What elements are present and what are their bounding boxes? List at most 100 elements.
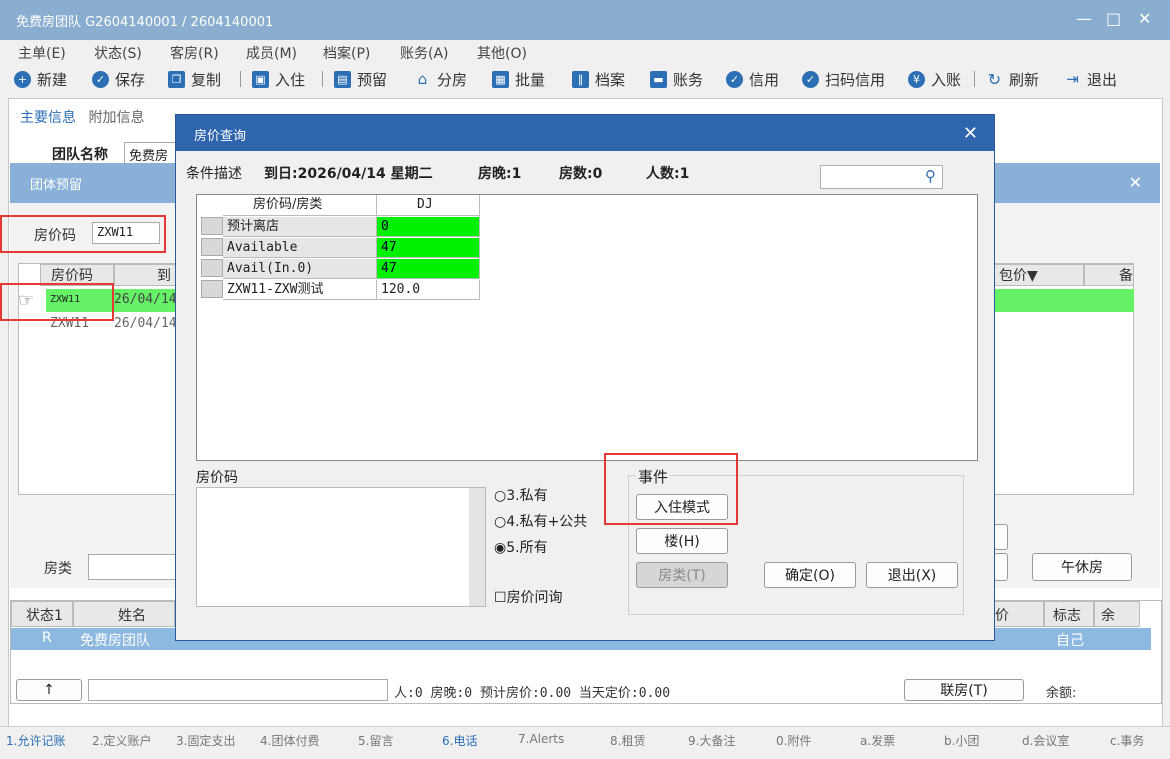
row-value[interactable]: 47 xyxy=(377,238,480,258)
dialog-search-input[interactable]: ⚲ xyxy=(820,165,943,189)
post-label: 入账 xyxy=(931,70,962,89)
rooms-count: 房数:0 xyxy=(559,166,603,182)
grid-header-package: 包价▼ xyxy=(994,264,1084,286)
room-type-input[interactable] xyxy=(88,554,178,580)
search-icon[interactable]: ⚲ xyxy=(925,167,936,185)
menu-room[interactable]: 客房(R) xyxy=(170,43,219,63)
radio-all[interactable]: ◉5.所有 xyxy=(494,537,548,557)
window-title-bar: 免费房团队 G2604140001 / 2604140001 — □ ✕ xyxy=(0,0,1170,40)
member-header-price: 价 xyxy=(994,601,1044,627)
row-value[interactable]: 47 xyxy=(377,259,480,279)
row-value[interactable]: 120.0 xyxy=(377,280,480,300)
tab-fixed-charge[interactable]: 3.固定支出 xyxy=(176,732,235,749)
room-type-button[interactable]: 房类(T) xyxy=(636,562,728,588)
batch-button[interactable]: ▦ 批量 xyxy=(492,69,545,89)
menu-member[interactable]: 成员(M) xyxy=(246,43,297,63)
rate-code-label: 房价码 xyxy=(34,228,76,244)
copy-button[interactable]: ❐ 复制 xyxy=(168,69,221,89)
house-icon: ⌂ xyxy=(417,70,428,88)
menu-profile[interactable]: 档案(P) xyxy=(323,43,370,63)
scrollbar[interactable] xyxy=(469,488,485,606)
scan-credit-button[interactable]: ✓ 扫码信用 xyxy=(802,69,885,89)
ok-button[interactable]: 确定(O) xyxy=(764,562,856,588)
group-name-field[interactable]: 免费房 xyxy=(124,142,179,164)
credit-button[interactable]: ✓ 信用 xyxy=(726,69,779,89)
tab-message[interactable]: 5.留言 xyxy=(358,732,393,749)
row-header[interactable] xyxy=(201,280,223,298)
radio-label: 4.私有+公共 xyxy=(506,514,588,530)
account-button[interactable]: ▬ 账务 xyxy=(650,69,703,89)
rate-code-input[interactable]: ZXW11 xyxy=(92,222,160,244)
credit-label: 信用 xyxy=(749,70,780,89)
row-arrival: 26/04/14 xyxy=(114,292,177,307)
maximize-icon[interactable]: □ xyxy=(1106,9,1121,28)
reserve-button[interactable]: ▤ 预留 xyxy=(334,69,387,89)
row-header[interactable] xyxy=(201,238,223,256)
tab-attachment[interactable]: 0.附件 xyxy=(776,732,811,749)
batch-label: 批量 xyxy=(515,70,546,89)
member-status: R xyxy=(42,630,52,646)
condition-label: 条件描述 xyxy=(186,166,242,182)
grid-header-arrival: 到 xyxy=(114,264,176,286)
dialog-close-icon[interactable]: ✕ xyxy=(963,123,978,144)
yen-icon: ¥ xyxy=(908,70,925,88)
tab-phone[interactable]: 6.电话 xyxy=(442,732,477,749)
minimize-icon[interactable]: — xyxy=(1076,9,1092,28)
assign-room-button[interactable]: ⌂ 分房 xyxy=(414,69,467,89)
tab-small-group[interactable]: b.小团 xyxy=(944,732,979,749)
menu-other[interactable]: 其他(O) xyxy=(477,43,527,63)
tab-meeting-room[interactable]: d.会议室 xyxy=(1022,732,1069,749)
group-name-label: 团队名称 xyxy=(52,147,108,163)
row-header[interactable] xyxy=(201,217,223,235)
exit-button[interactable]: ⇥ 退出 xyxy=(1064,69,1117,89)
rate-query-checkbox[interactable]: ☐房价问询 xyxy=(494,587,563,607)
tab-define-account[interactable]: 2.定义账户 xyxy=(92,732,151,749)
close-icon[interactable]: ✕ xyxy=(1138,9,1151,28)
refresh-icon: ↻ xyxy=(987,69,1002,89)
side-button[interactable] xyxy=(994,553,1008,581)
link-room-button[interactable]: 联房(T) xyxy=(904,679,1024,701)
balance-label: 余额: xyxy=(1046,686,1077,701)
tab-allow-posting[interactable]: 1.允许记账 xyxy=(6,732,65,749)
profile-button[interactable]: ∥ 档案 xyxy=(572,69,625,89)
tab-invoice[interactable]: a.发票 xyxy=(860,732,895,749)
tab-big-remark[interactable]: 9.大备注 xyxy=(688,732,735,749)
persons-count: 人数:1 xyxy=(646,166,690,182)
save-button[interactable]: ✓ 保存 xyxy=(92,69,145,89)
tab-group-payment[interactable]: 4.团体付费 xyxy=(260,732,319,749)
tab-affairs[interactable]: c.事务 xyxy=(1110,732,1144,749)
nap-room-button[interactable]: 午休房 xyxy=(1032,553,1132,581)
menu-account[interactable]: 账务(A) xyxy=(400,43,449,63)
radio-private[interactable]: ○3.私有 xyxy=(494,485,548,505)
rate-query-dialog: 房价查询 ✕ 条件描述 到日:2026/04/14 星期二 房晚:1 房数:0 … xyxy=(175,114,995,641)
building-button[interactable]: 楼(H) xyxy=(636,528,728,554)
row-value[interactable]: 0 xyxy=(377,217,480,237)
close-icon[interactable]: ✕ xyxy=(1129,173,1142,192)
post-button[interactable]: ¥ 入账 xyxy=(908,69,961,89)
grid-header-rate-type: 房价码/房类 xyxy=(223,195,377,216)
row-header[interactable] xyxy=(201,259,223,277)
reserve-icon: ▤ xyxy=(334,70,351,88)
dialog-title-bar: 房价查询 ✕ xyxy=(176,115,994,151)
rate-code-list[interactable] xyxy=(196,487,486,607)
radio-private-public[interactable]: ○4.私有+公共 xyxy=(494,511,587,531)
tab-main-info[interactable]: 主要信息 xyxy=(20,110,76,126)
checkin-button[interactable]: ▣ 入住 xyxy=(252,69,305,89)
scan-credit-label: 扫码信用 xyxy=(825,70,886,89)
menu-status[interactable]: 状态(S) xyxy=(94,43,142,63)
tab-alerts[interactable]: 7.Alerts xyxy=(518,732,564,746)
new-button[interactable]: + 新建 xyxy=(14,69,67,89)
account-label: 账务 xyxy=(673,70,704,89)
refresh-button[interactable]: ↻ 刷新 xyxy=(986,69,1039,89)
dialog-exit-button[interactable]: 退出(X) xyxy=(866,562,958,588)
toolbar-separator xyxy=(974,71,975,87)
member-note-input[interactable] xyxy=(88,679,388,701)
menu-main[interactable]: 主单(E) xyxy=(18,43,66,63)
tab-extra-info[interactable]: 附加信息 xyxy=(88,110,144,126)
up-arrow-button[interactable]: ↑ xyxy=(16,679,82,701)
side-button[interactable] xyxy=(994,524,1008,550)
member-header-name: 姓名 xyxy=(73,601,175,627)
check-icon: ✓ xyxy=(92,70,109,88)
member-summary: 人:0 房晚:0 预计房价:0.00 当天定价:0.00 xyxy=(394,686,671,701)
tab-lease[interactable]: 8.租赁 xyxy=(610,732,645,749)
